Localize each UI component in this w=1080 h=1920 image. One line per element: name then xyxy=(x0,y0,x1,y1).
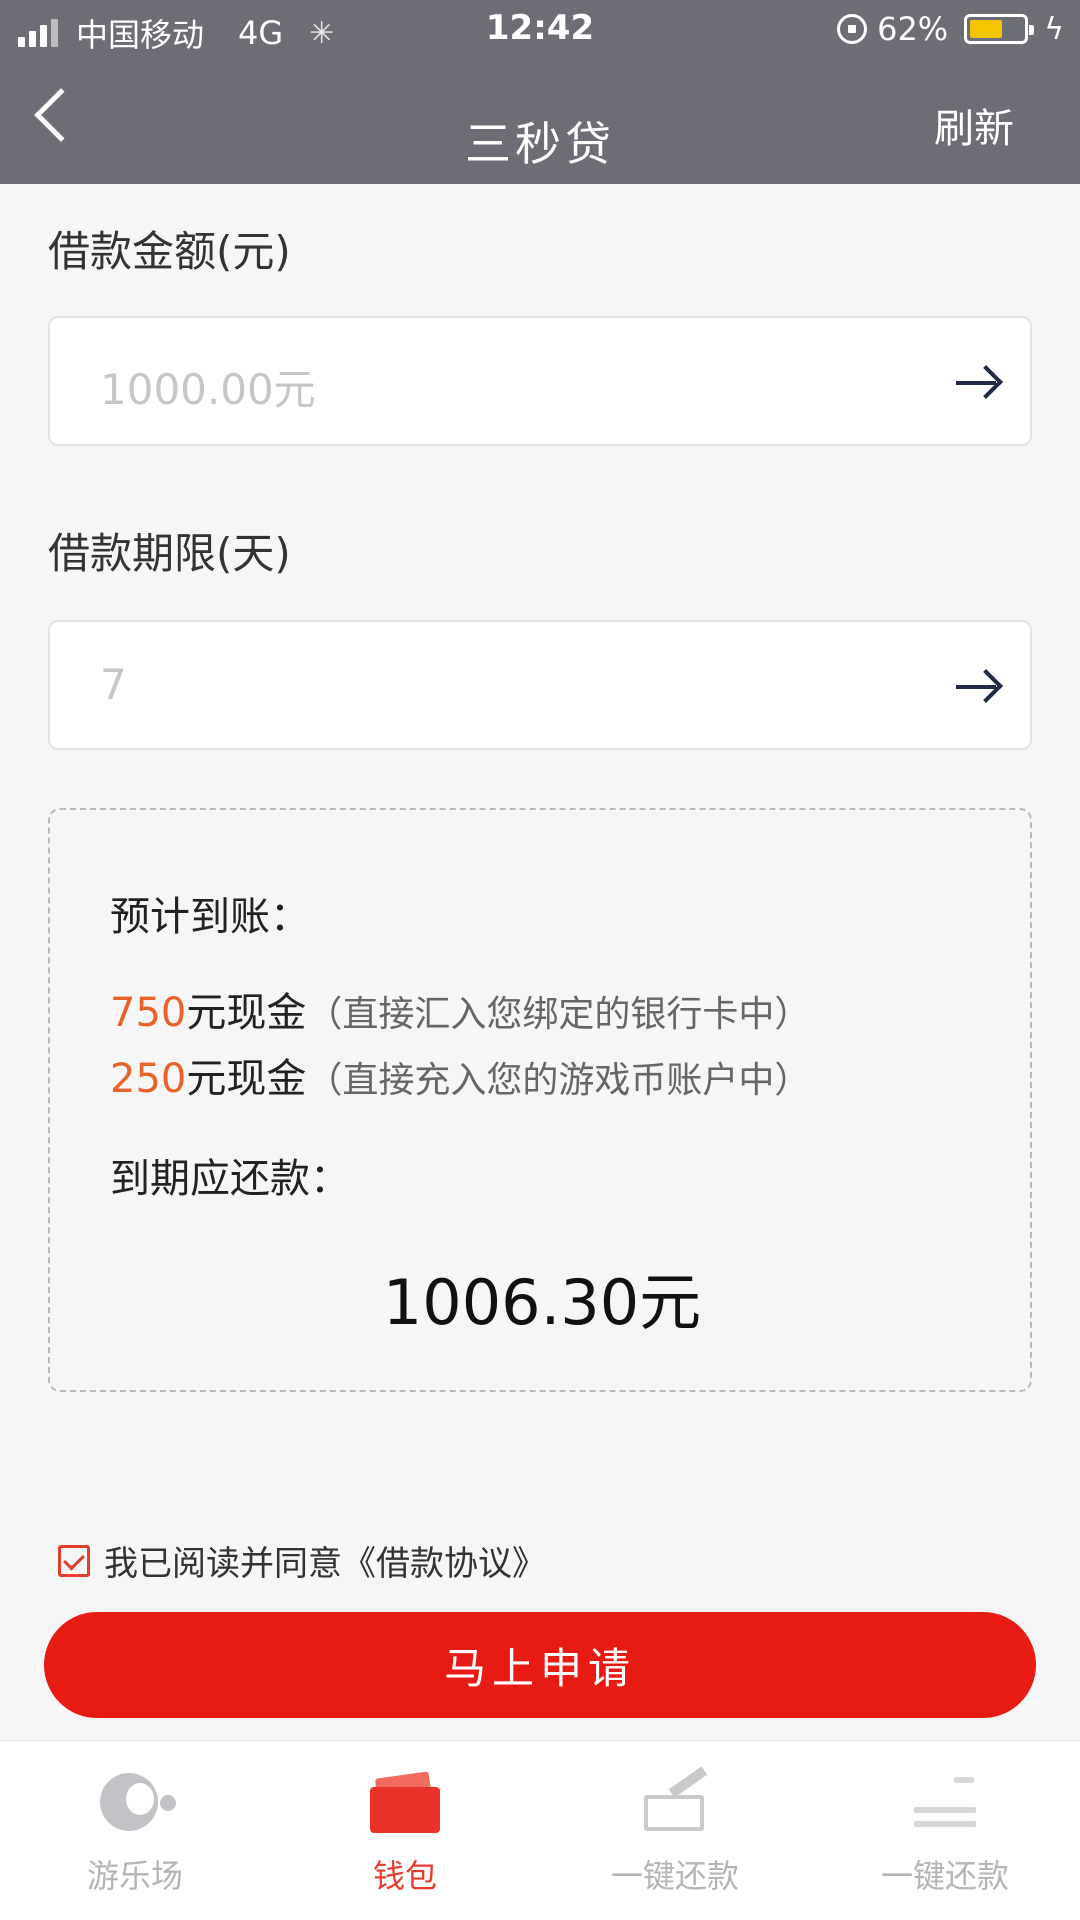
status-bar: 中国移动 4G ✳ 12:42 62% ϟ xyxy=(0,0,1080,62)
expected-label: 预计到账： xyxy=(110,894,310,940)
agreement-text[interactable]: 我已阅读并同意《借款协议》 xyxy=(104,1536,546,1585)
payout-line-bank: 750元现金（直接汇入您绑定的银行卡中） xyxy=(110,980,810,1038)
tab-label: 一键还款 xyxy=(610,1857,739,1895)
tab-repay-2[interactable]: 一键还款 xyxy=(810,1741,1080,1920)
tab-bar: 游乐场 钱包 一键还款 一键还款 xyxy=(0,1740,1080,1920)
loan-summary: 预计到账： 750元现金（直接汇入您绑定的银行卡中） 250元现金（直接充入您的… xyxy=(48,808,1032,1392)
refresh-button[interactable]: 刷新 xyxy=(934,96,1014,154)
arrow-right-icon[interactable] xyxy=(956,669,1003,703)
repay-icon xyxy=(640,1766,710,1833)
page-title: 三秒贷 xyxy=(465,117,615,171)
agreement-row[interactable]: 我已阅读并同意《借款协议》 xyxy=(58,1536,546,1585)
tab-repay[interactable]: 一键还款 xyxy=(540,1741,810,1920)
payout-amount: 750 xyxy=(110,990,187,1036)
payout-note: （直接汇入您绑定的银行卡中） xyxy=(306,994,811,1035)
tab-label: 游乐场 xyxy=(86,1857,183,1895)
nav-bar: 三秒贷 刷新 xyxy=(0,62,1080,184)
orientation-lock-icon xyxy=(837,14,868,44)
top-bar: 中国移动 4G ✳ 12:42 62% ϟ 三秒贷 刷新 xyxy=(0,0,1080,184)
moon-icon xyxy=(100,1769,176,1833)
payout-amount: 250 xyxy=(110,1056,187,1102)
tab-wallet[interactable]: 钱包 xyxy=(270,1741,540,1920)
tab-label: 钱包 xyxy=(372,1857,437,1895)
loan-term-value: 7 xyxy=(100,660,127,709)
payout-note: （直接充入您的游戏币账户中） xyxy=(306,1060,811,1101)
tab-label: 一键还款 xyxy=(880,1857,1009,1895)
loan-amount-label: 借款金额(元) xyxy=(48,227,291,276)
apply-button[interactable]: 马上申请 xyxy=(44,1612,1036,1718)
wallet-icon xyxy=(370,1769,440,1833)
battery-icon xyxy=(964,14,1035,44)
status-right: 62% ϟ xyxy=(837,10,1064,48)
loan-amount-field[interactable]: 1000.00元 xyxy=(48,316,1032,446)
loan-amount-value: 1000.00元 xyxy=(100,365,316,414)
tab-playground[interactable]: 游乐场 xyxy=(0,1741,270,1920)
loan-term-label: 借款期限(天) xyxy=(48,529,291,578)
repay-icon xyxy=(910,1769,980,1833)
due-amount: 1006.30元 xyxy=(382,1266,702,1339)
battery-percent: 62% xyxy=(877,10,949,48)
arrow-right-icon[interactable] xyxy=(956,365,1003,399)
due-label: 到期应还款： xyxy=(110,1156,350,1202)
loan-term-field[interactable]: 7 xyxy=(48,620,1032,750)
payout-unit: 元现金 xyxy=(186,990,307,1036)
payout-line-game: 250元现金（直接充入您的游戏币账户中） xyxy=(110,1046,810,1104)
battery-level xyxy=(970,20,1003,38)
agreement-checkbox[interactable] xyxy=(58,1544,90,1577)
payout-unit: 元现金 xyxy=(186,1056,307,1102)
charging-icon: ϟ xyxy=(1044,11,1064,47)
